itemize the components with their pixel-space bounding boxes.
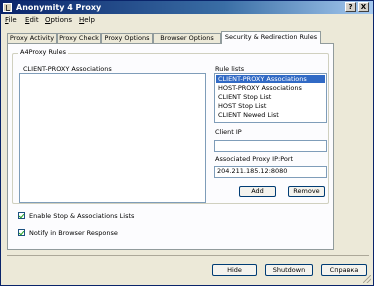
notify-checkbox[interactable] xyxy=(18,229,25,236)
associations-list[interactable] xyxy=(19,73,206,203)
add-button[interactable]: Add xyxy=(239,186,276,197)
help-footer-button[interactable]: Справка xyxy=(321,264,367,276)
menu-edit[interactable]: Edit xyxy=(25,16,39,24)
tab-strip: Proxy Activity Proxy Check Proxy Options… xyxy=(7,31,327,44)
rule-lists-list[interactable]: CLIENT-PROXY Associations HOST-PROXY Ass… xyxy=(214,73,327,123)
remove-button[interactable]: Remove xyxy=(288,186,325,197)
menu-options[interactable]: Options xyxy=(45,16,72,24)
close-button[interactable]: X xyxy=(358,2,369,12)
rules-group-title: A4Proxy Rules xyxy=(18,48,68,56)
enable-stop-label: Enable Stop & Associations Lists xyxy=(29,212,135,220)
notify-label: Notify in Browser Response xyxy=(29,229,118,237)
enable-stop-checkbox[interactable] xyxy=(18,212,25,219)
proxy-ip-port-label: Associated Proxy IP:Port xyxy=(215,155,294,163)
rule-list-item[interactable]: CLIENT-PROXY Associations xyxy=(216,75,325,83)
hide-button[interactable]: Hide xyxy=(212,264,257,276)
client-ip-label: Client IP xyxy=(215,128,242,136)
window-title: Anonymity 4 Proxy xyxy=(16,3,102,12)
rule-list-item[interactable]: HOST-PROXY Associations xyxy=(216,84,325,92)
title-bar[interactable]: Anonymity 4 Proxy ? X xyxy=(1,1,373,14)
associations-label: CLIENT-PROXY Associations xyxy=(23,65,112,73)
menu-bar: File Edit Options Help xyxy=(1,14,373,26)
resize-grip-icon[interactable] xyxy=(363,275,371,283)
tab-security-redirection[interactable]: Security & Redirection Rules xyxy=(221,31,321,44)
rule-list-item[interactable]: CLIENT Newed List xyxy=(216,111,325,119)
help-button[interactable]: ? xyxy=(345,2,356,12)
main-window: Anonymity 4 Proxy ? X File Edit Options … xyxy=(0,0,374,286)
proxy-ip-port-field[interactable]: 204.211.185.12:8080 xyxy=(214,166,327,178)
rule-list-item[interactable]: HOST Stop List xyxy=(216,102,325,110)
menu-file[interactable]: File xyxy=(5,16,17,24)
shutdown-button[interactable]: Shutdown xyxy=(265,264,313,276)
menu-help[interactable]: Help xyxy=(79,16,95,24)
app-icon xyxy=(3,3,12,12)
client-ip-field[interactable] xyxy=(214,140,327,152)
bottom-separator xyxy=(7,255,369,256)
rule-lists-label: Rule lists xyxy=(215,65,245,73)
rule-list-item[interactable]: CLIENT Stop List xyxy=(216,93,325,101)
